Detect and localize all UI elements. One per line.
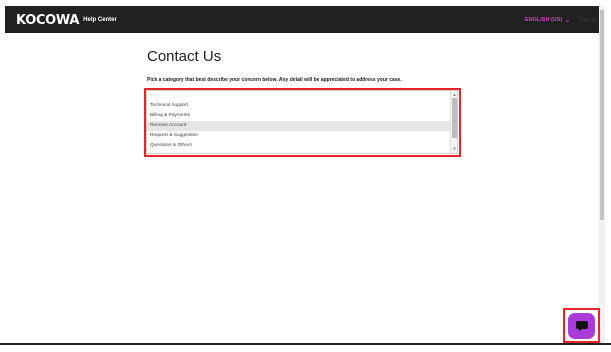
page-title: Contact Us: [147, 48, 222, 65]
chat-widget-button[interactable]: [568, 313, 595, 339]
listbox-scrollbar[interactable]: ▲ ▼: [450, 91, 457, 153]
list-option-billing-payments[interactable]: Billing & Payments: [147, 111, 457, 121]
language-label: ENGLISH (US): [525, 17, 563, 23]
window-bottom-edge: [0, 343, 611, 352]
list-option-technical-support[interactable]: Technical Support: [147, 101, 457, 111]
page-scroll-thumb[interactable]: [600, 10, 604, 220]
listbox-scroll-thumb[interactable]: [452, 98, 457, 138]
chat-bubble-icon: [575, 321, 588, 332]
list-option-request-suggestion[interactable]: Request & Suggestion: [147, 131, 457, 141]
logo-wordmark: KOCOWA: [16, 12, 80, 28]
page-scrollbar[interactable]: [599, 6, 605, 343]
help-center-label: Help Center: [83, 17, 117, 23]
kocowa-logo[interactable]: KOCOWA Help Center: [16, 12, 117, 28]
site-header: KOCOWA Help Center ENGLISH (US) ⌄ Sign i…: [5, 6, 599, 33]
scroll-down-arrow-icon[interactable]: ▼: [451, 146, 457, 151]
main-content: Contact Us Pick a category that best des…: [5, 33, 599, 343]
list-option-questions-others[interactable]: Questions & Others: [147, 141, 457, 151]
chevron-down-icon: ⌄: [565, 17, 571, 24]
list-option-remove-account[interactable]: Remove Account: [147, 121, 457, 131]
browser-viewport: KOCOWA Help Center ENGLISH (US) ⌄ Sign i…: [0, 0, 611, 352]
scroll-up-arrow-icon[interactable]: ▲: [451, 92, 457, 97]
language-selector[interactable]: ENGLISH (US) ⌄ Sign in: [525, 15, 597, 25]
category-instruction: Pick a category that best describe your …: [147, 77, 402, 83]
category-listbox[interactable]: - Technical Support Billing & Payments R…: [146, 90, 458, 154]
list-option-blank[interactable]: -: [147, 91, 457, 101]
sign-in-link[interactable]: Sign in: [578, 17, 596, 23]
